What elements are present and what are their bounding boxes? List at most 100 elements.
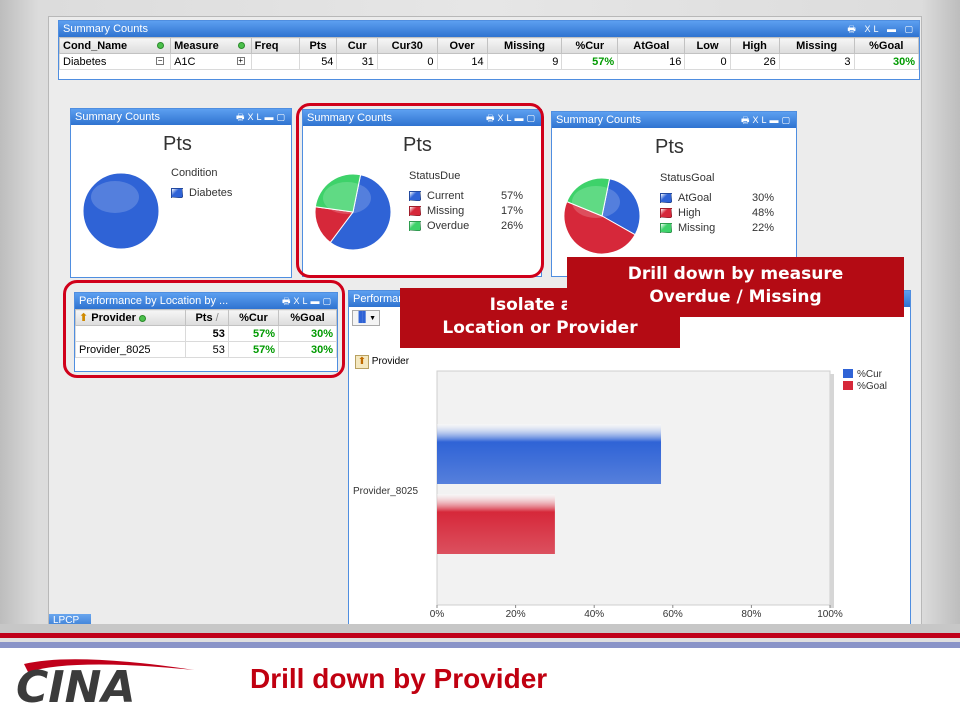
pie-status-goal-panel: Summary Counts 🖶XL▬▢ Pts StatusGoal AtGoa… bbox=[551, 111, 797, 277]
x-tick-label: 20% bbox=[506, 609, 526, 620]
col-header[interactable]: Measure bbox=[170, 37, 252, 54]
minimize-icon[interactable]: ▬ bbox=[887, 21, 899, 37]
bar-pct-goal[interactable] bbox=[437, 494, 555, 554]
footer-title: Drill down by Provider bbox=[250, 663, 548, 694]
panel-title: Summary Counts bbox=[63, 23, 148, 35]
x-tick-label: 40% bbox=[584, 609, 604, 620]
legend-label: AtGoal bbox=[678, 191, 712, 204]
legend-title: StatusGoal bbox=[660, 172, 715, 184]
legend-swatch bbox=[660, 207, 672, 218]
chart-title: Pts bbox=[163, 133, 192, 155]
table-cell: 3 bbox=[778, 53, 855, 70]
maximize-icon[interactable]: ▢ bbox=[781, 112, 793, 128]
legend-swatch bbox=[843, 381, 853, 390]
col-header[interactable]: Pts bbox=[298, 37, 338, 54]
legend-value: 48% bbox=[752, 206, 775, 219]
minimize-icon[interactable]: ▬ bbox=[264, 109, 276, 125]
search-dot-icon[interactable] bbox=[157, 42, 165, 49]
bar-chart-icon: ▐▌ bbox=[355, 312, 370, 323]
minimize-icon[interactable]: ▬ bbox=[769, 112, 781, 128]
search-dot-icon[interactable] bbox=[237, 42, 245, 49]
col-header[interactable]: Low bbox=[684, 37, 731, 54]
pie-chart[interactable] bbox=[79, 169, 163, 253]
panel-title: Performan bbox=[353, 293, 405, 305]
expand-icon[interactable]: + bbox=[236, 57, 245, 65]
chart-legend: Condition Diabetes bbox=[171, 167, 263, 200]
callout-drill-measure: Drill down by measure Overdue / Missing bbox=[567, 257, 904, 317]
legend-label: Missing bbox=[678, 221, 716, 234]
col-header[interactable]: Missing bbox=[486, 37, 563, 54]
col-header[interactable]: High bbox=[729, 37, 780, 54]
chevron-down-icon: ▼ bbox=[369, 315, 377, 322]
x-tick-label: 100% bbox=[817, 609, 843, 620]
col-header[interactable]: AtGoal bbox=[617, 37, 686, 54]
legend-value: 30% bbox=[752, 191, 775, 204]
table-cell: 31 bbox=[336, 53, 378, 70]
bar-pct-cur[interactable] bbox=[437, 424, 662, 484]
chart-title: Pts bbox=[655, 136, 684, 158]
pie-chart[interactable] bbox=[560, 174, 644, 258]
panel-title: Summary Counts bbox=[75, 111, 160, 123]
legend-item[interactable]: AtGoal 30% bbox=[660, 190, 774, 205]
xl-export-icon[interactable]: XL bbox=[864, 21, 881, 37]
col-header[interactable]: %Cur bbox=[561, 37, 619, 54]
col-header[interactable]: Cur bbox=[336, 37, 378, 54]
panel-caption[interactable]: Summary Counts 🖶 XL ▬ ▢ bbox=[59, 21, 919, 37]
plot-area bbox=[436, 370, 831, 606]
xl-export-icon[interactable]: XL bbox=[247, 109, 264, 125]
chart-legend: StatusGoal AtGoal 30% High 48% Missing 22% bbox=[660, 172, 774, 235]
bar-chart[interactable]: Provider_8025 0% 20% 40% 60% 80% 100% %Cur%Goal bbox=[349, 361, 909, 626]
maximize-icon[interactable]: ▢ bbox=[904, 21, 916, 37]
col-header[interactable]: %Goal bbox=[853, 37, 920, 54]
print-icon[interactable]: 🖶 bbox=[236, 109, 248, 125]
col-header[interactable]: Freq bbox=[250, 37, 300, 54]
highlight-ring-performance-table bbox=[63, 280, 345, 378]
legend-item[interactable]: Missing 22% bbox=[660, 220, 774, 235]
legend-swatch bbox=[171, 187, 183, 198]
col-header[interactable]: Missing bbox=[778, 37, 855, 54]
x-tick-label: 0% bbox=[430, 609, 445, 620]
print-icon[interactable]: 🖶 bbox=[847, 21, 859, 37]
legend-item[interactable]: High 48% bbox=[660, 205, 774, 220]
legend-value: 22% bbox=[752, 221, 775, 234]
legend-label[interactable]: %Cur bbox=[857, 369, 883, 380]
legend-title: Condition bbox=[171, 167, 218, 179]
col-header[interactable]: Cond_Name bbox=[58, 37, 172, 54]
legend-swatch bbox=[660, 192, 672, 203]
pie-condition-panel: Summary Counts 🖶XL▬▢ Pts Condition Diabet… bbox=[70, 108, 292, 278]
table-row[interactable]: Diabetes − A1C +54 31 0 14 9 57% 16 0 26 3 30% bbox=[58, 53, 920, 70]
legend-swatch bbox=[843, 369, 853, 378]
table-cell bbox=[250, 53, 300, 70]
panel-caption[interactable]: Summary Counts 🖶XL▬▢ bbox=[552, 112, 796, 128]
cina-logo: CINA bbox=[16, 659, 194, 708]
col-header[interactable]: Over bbox=[436, 37, 488, 54]
table-cell: 14 bbox=[436, 53, 488, 70]
x-tick-label: 60% bbox=[663, 609, 683, 620]
table-cell: 54 bbox=[298, 53, 338, 70]
chart-type-dropdown[interactable]: ▐▌▼ bbox=[352, 310, 380, 326]
category-label: Provider_8025 bbox=[353, 486, 418, 497]
print-icon[interactable]: 🖶 bbox=[741, 112, 753, 128]
summary-table: Cond_Name Measure Freq Pts Cur Cur30 Over Missi… bbox=[58, 37, 920, 70]
collapse-icon[interactable]: − bbox=[156, 57, 165, 65]
legend-item[interactable]: Diabetes bbox=[171, 185, 263, 200]
panel-title: Summary Counts bbox=[556, 114, 641, 126]
panel-caption[interactable]: Summary Counts 🖶XL▬▢ bbox=[71, 109, 291, 125]
maximize-icon[interactable]: ▢ bbox=[276, 109, 288, 125]
table-cell: 0 bbox=[376, 53, 438, 70]
col-header[interactable]: Cur30 bbox=[376, 37, 438, 54]
table-cell: 9 bbox=[486, 53, 563, 70]
legend-label[interactable]: %Goal bbox=[857, 381, 887, 392]
table-cell: 57% bbox=[561, 53, 619, 70]
xl-export-icon[interactable]: XL bbox=[752, 112, 769, 128]
divider-band bbox=[0, 624, 960, 633]
summary-table-panel: Summary Counts 🖶 XL ▬ ▢ Cond_Name Measure… bbox=[58, 20, 920, 80]
table-cell: 0 bbox=[684, 53, 731, 70]
legend-label: High bbox=[678, 206, 701, 219]
table-cell: Diabetes − bbox=[58, 53, 172, 70]
x-tick-label: 80% bbox=[741, 609, 761, 620]
legend-swatch bbox=[660, 222, 672, 233]
table-cell: 30% bbox=[853, 53, 920, 70]
highlight-ring-status-due bbox=[296, 103, 544, 278]
logo-text: CINA bbox=[16, 662, 136, 708]
